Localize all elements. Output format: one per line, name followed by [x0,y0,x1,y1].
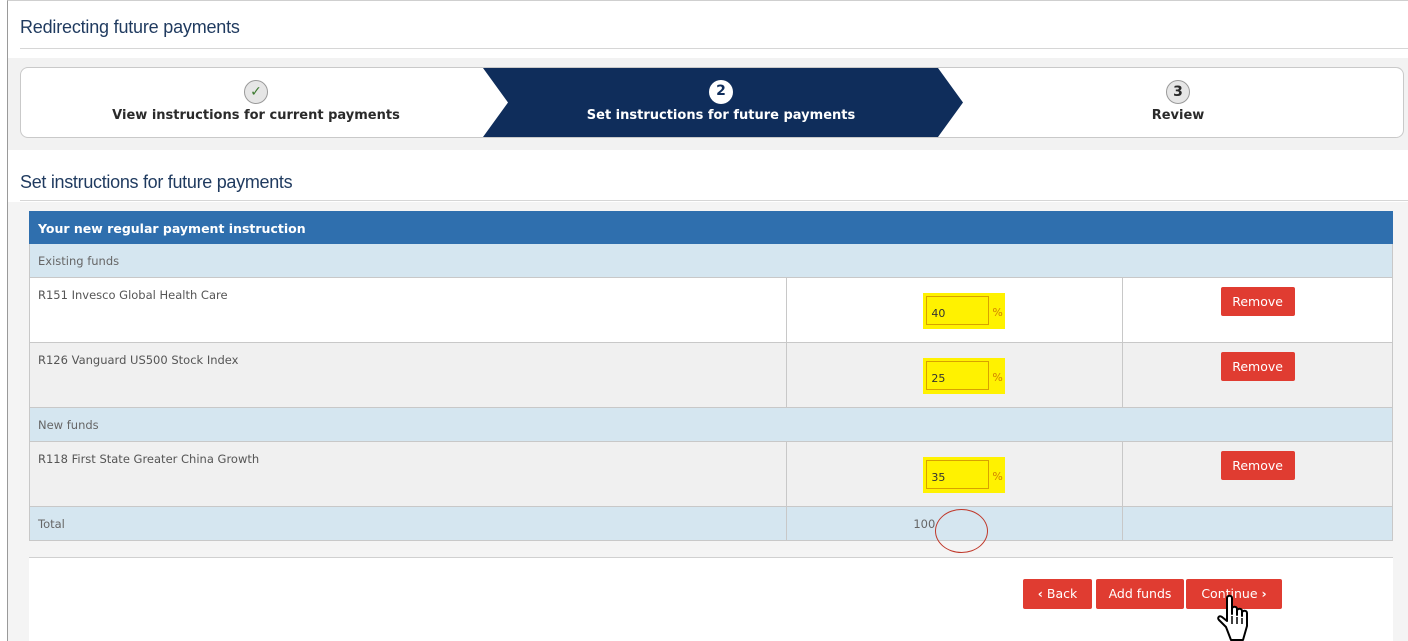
progress-steps: ✓ View instructions for current payments… [20,67,1404,138]
hand-pointer-icon [1217,594,1248,641]
percent-input[interactable]: 25 [926,361,990,390]
chevron-right-icon: › [1261,586,1267,601]
percent-unit: % [992,306,1003,319]
step-number: 3 [1166,80,1190,104]
group-label: Existing funds [29,243,1393,278]
step-label: Review [1151,108,1205,123]
remove-button[interactable]: Remove [1220,451,1295,480]
table-header: Your new regular payment instruction [29,211,1393,244]
annotation-circle [935,509,989,553]
page-title: Redirecting future payments [20,17,240,37]
section-title: Set instructions for future payments [20,172,293,192]
table-row: R151 Invesco Global Health Care 40 % Rem… [28,277,1393,343]
total-row: Total 100 [28,506,1393,553]
payment-instruction-table: Your new regular payment instruction Exi… [28,211,1393,553]
percent-input[interactable]: 35 [926,460,990,489]
step-view-current-payments[interactable]: ✓ View instructions for current payments [21,68,491,137]
table-row: R126 Vanguard US500 Stock Index 25 % Rem… [28,342,1393,408]
step-review[interactable]: 3 Review [951,68,1403,137]
back-label: Back [1046,586,1078,601]
remove-button[interactable]: Remove [1220,287,1295,316]
action-cell: Remove [1122,342,1393,408]
chevron-left-icon: ‹ [1037,586,1043,601]
group-row-new: New funds [29,407,1393,442]
percent-cell: 25 % [786,342,1124,408]
fund-name: R118 First State Greater China Growth [28,441,788,507]
percent-unit: % [992,371,1003,384]
step-label: View instructions for current payments [112,108,400,123]
action-cell: Remove [1122,277,1393,343]
total-value: 100 [913,517,936,531]
check-icon: ✓ [244,80,268,104]
action-cell: Remove [1122,441,1393,507]
group-label: New funds [29,407,1393,442]
total-label: Total [28,506,788,541]
step-set-future-payments[interactable]: 2 Set instructions for future payments [491,68,951,137]
add-funds-button[interactable]: Add funds [1096,579,1184,609]
table-header-title: Your new regular payment instruction [29,211,1393,244]
fund-name: R126 Vanguard US500 Stock Index [28,342,788,408]
table-row: R118 First State Greater China Growth 35… [28,441,1393,507]
percent-unit: % [992,470,1003,483]
step-number: 2 [709,80,733,104]
percent-cell: 35 % [786,441,1124,507]
percent-input[interactable]: 40 [926,296,990,325]
title-divider [20,48,1408,49]
remove-button[interactable]: Remove [1220,352,1295,381]
total-cell: 100 [786,506,1124,553]
add-funds-label: Add funds [1108,586,1172,601]
section-divider [20,200,1408,201]
total-empty-cell [1122,506,1393,541]
step-label: Set instructions for future payments [586,108,856,123]
percent-cell: 40 % [786,277,1124,343]
back-button[interactable]: ‹ Back [1023,579,1092,609]
group-row-existing: Existing funds [29,243,1393,278]
fund-name: R151 Invesco Global Health Care [28,277,788,343]
